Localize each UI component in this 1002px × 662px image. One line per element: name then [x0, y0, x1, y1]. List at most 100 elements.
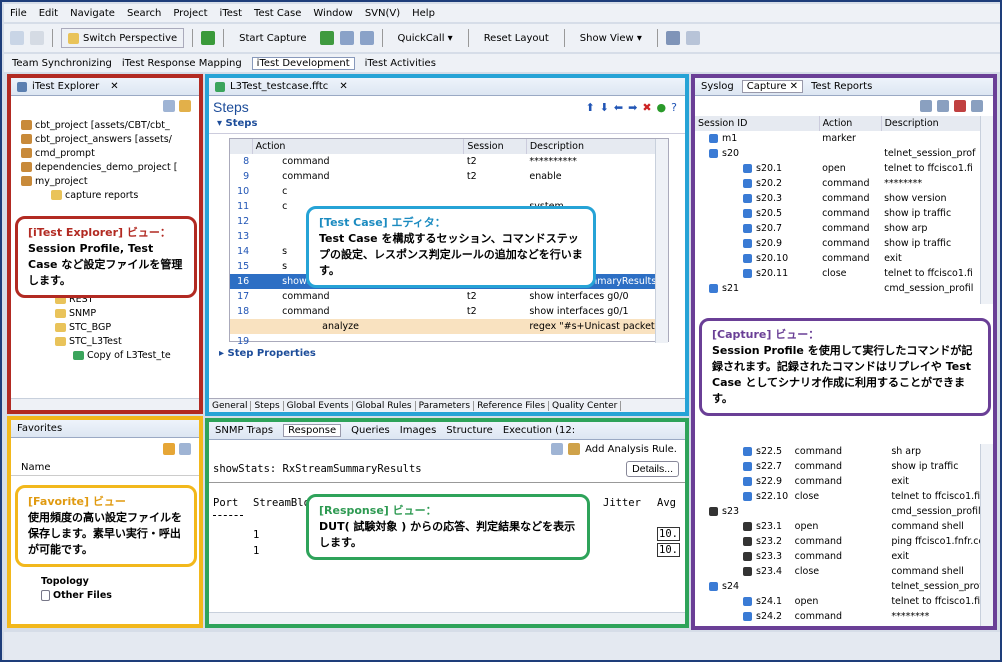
tree-item[interactable]: cbt_project [assets/CBT/cbt_: [21, 118, 199, 132]
menu-item[interactable]: iTest: [220, 8, 242, 19]
save-icon[interactable]: [937, 100, 949, 112]
tree-item[interactable]: cbt_project_answers [assets/: [21, 132, 199, 146]
close-icon[interactable]: ✕: [110, 81, 118, 92]
arrow-left-icon[interactable]: ⬅: [614, 101, 623, 114]
table-row[interactable]: s20.7 command show arp: [695, 221, 985, 236]
collapse-icon[interactable]: [163, 100, 175, 112]
menu-item[interactable]: Project: [173, 8, 207, 19]
steps-section[interactable]: ▾ Steps: [209, 118, 685, 134]
table-row[interactable]: s20.2 command ********: [695, 176, 985, 191]
show-view-button[interactable]: Show View ▾: [573, 28, 649, 48]
delete-icon[interactable]: ✖: [642, 101, 651, 114]
editor-tab-4[interactable]: Parameters: [416, 400, 475, 411]
table-row[interactable]: s20.9 command show ip traffic: [695, 236, 985, 251]
tree-item[interactable]: cmd_prompt: [21, 146, 199, 160]
delete-icon[interactable]: [954, 100, 966, 112]
editor-tab-3[interactable]: Global Rules: [353, 400, 416, 411]
details-button[interactable]: Details...: [626, 461, 679, 477]
tab-test-reports[interactable]: Test Reports: [811, 81, 872, 92]
column-header[interactable]: Action: [252, 139, 465, 154]
quickcall-button[interactable]: QuickCall ▾: [391, 28, 460, 48]
settings-icon[interactable]: [685, 31, 700, 45]
add-icon[interactable]: [201, 31, 216, 45]
tab-syslog[interactable]: Syslog: [701, 81, 734, 92]
copy-icon[interactable]: [339, 31, 354, 45]
table-row[interactable]: s20 telnet_session_prof: [695, 146, 985, 161]
table-row[interactable]: s22.10 close telnet to ffcisco1.fi: [695, 489, 985, 504]
help-icon[interactable]: ?: [671, 101, 677, 114]
capture-vscroll-lower[interactable]: [980, 444, 993, 626]
table-row[interactable]: s24 telnet_session_prof: [695, 579, 985, 594]
menu-item[interactable]: Search: [127, 8, 161, 19]
table-row[interactable]: s22.9 command exit: [695, 474, 985, 489]
column-header[interactable]: Action: [819, 116, 882, 131]
menu-item[interactable]: SVN(V): [365, 8, 400, 19]
column-header[interactable]: Description: [526, 139, 669, 154]
arrow-down-icon[interactable]: ⬇: [600, 101, 609, 114]
add-analysis-rule-button[interactable]: Add Analysis Rule.: [585, 444, 677, 455]
column-header[interactable]: Session: [463, 139, 527, 154]
table-row[interactable]: s20.3 command show version: [695, 191, 985, 206]
editor-tab-5[interactable]: Reference Files: [474, 400, 550, 411]
table-row[interactable]: s23 cmd_session_profil: [695, 504, 985, 519]
menu-item[interactable]: Help: [412, 8, 435, 19]
export-icon[interactable]: [568, 443, 581, 455]
editor-tab-1[interactable]: Steps: [251, 400, 284, 411]
editor-tab-6[interactable]: Quality Center: [549, 400, 622, 411]
table-row[interactable]: m1 marker: [695, 131, 985, 146]
editor-tab-2[interactable]: Global Events: [284, 400, 353, 411]
menu-item[interactable]: Window: [313, 8, 352, 19]
table-row[interactable]: 19: [230, 334, 668, 349]
perspective-team[interactable]: Team Synchronizing: [12, 58, 112, 69]
table-row[interactable]: s22.7 command show ip traffic: [695, 459, 985, 474]
tree-item[interactable]: capture reports: [21, 188, 199, 202]
editor-tab[interactable]: L3Test_testcase.fftc ✕: [209, 78, 685, 96]
table-row[interactable]: s23.2 command ping ffcisco1.fnfr.co: [695, 534, 985, 549]
response-tab[interactable]: Images: [400, 425, 437, 436]
column-header[interactable]: Description: [881, 116, 986, 131]
tree-item[interactable]: STC_BGP: [55, 320, 199, 334]
new-icon[interactable]: [10, 31, 24, 45]
table-row[interactable]: s22.5 command sh arp: [695, 444, 985, 459]
steps-vscroll[interactable]: [655, 139, 668, 343]
arrow-up-icon[interactable]: ⬆: [585, 101, 594, 114]
table-row[interactable]: 10 c: [230, 184, 668, 199]
response-tab[interactable]: SNMP Traps: [215, 425, 273, 436]
table-row[interactable]: 17 command t2 show interfaces g0/0: [230, 289, 668, 304]
list-item[interactable]: Topology: [41, 574, 199, 588]
collapse-icon[interactable]: [179, 443, 191, 455]
run-icon[interactable]: [319, 31, 334, 45]
menu-item[interactable]: Navigate: [70, 8, 115, 19]
arrow-right-icon[interactable]: ➡: [628, 101, 637, 114]
refresh-icon[interactable]: [163, 443, 175, 455]
response-tab[interactable]: Structure: [446, 425, 493, 436]
table-row[interactable]: s24.1 open telnet to ffcisco1.fi: [695, 594, 985, 609]
editor-tab-0[interactable]: General: [209, 400, 252, 411]
column-header[interactable]: Session ID: [695, 116, 820, 131]
table-row[interactable]: s23.3 command exit: [695, 549, 985, 564]
switch-perspective-button[interactable]: Switch Perspective: [61, 28, 185, 48]
table-row[interactable]: s20.1 open telnet to ffcisco1.fi: [695, 161, 985, 176]
tree-item[interactable]: SNMP: [55, 306, 199, 320]
table-row[interactable]: s23.1 open command shell: [695, 519, 985, 534]
perspective-development[interactable]: iTest Development: [251, 56, 355, 70]
tree-item[interactable]: dependencies_demo_project [: [21, 160, 199, 174]
explorer-tab[interactable]: iTest Explorer ✕: [11, 78, 199, 96]
perspective-activities[interactable]: iTest Activities: [365, 58, 436, 69]
favorites-tab[interactable]: Favorites: [11, 420, 199, 438]
tab-capture[interactable]: Capture ✕: [741, 80, 804, 93]
response-tab[interactable]: Execution (12:: [503, 425, 575, 436]
menu-item[interactable]: File: [10, 8, 27, 19]
step-properties-section[interactable]: ▸ Step Properties: [209, 348, 685, 359]
run-step-icon[interactable]: ●: [657, 101, 667, 114]
perspective-response-mapping[interactable]: iTest Response Mapping: [122, 58, 242, 69]
layout-icon[interactable]: [551, 443, 564, 455]
view-icon[interactable]: [665, 31, 680, 45]
table-row[interactable]: 9 command t2 enable: [230, 169, 668, 184]
reset-layout-button[interactable]: Reset Layout: [477, 28, 556, 48]
table-row[interactable]: 18 command t2 show interfaces g0/1: [230, 304, 668, 319]
list-item[interactable]: Other Files: [41, 588, 199, 602]
column-header[interactable]: [230, 139, 253, 154]
row-1-value[interactable]: 10.: [657, 527, 680, 541]
tree-item[interactable]: STC_L3Test: [55, 334, 199, 348]
